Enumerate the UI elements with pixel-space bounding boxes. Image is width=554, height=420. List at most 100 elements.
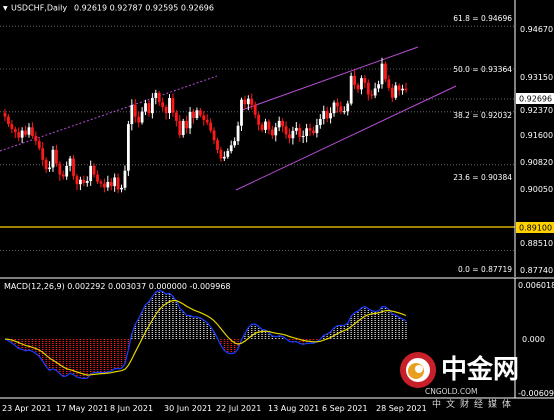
candle-body bbox=[404, 88, 408, 91]
date-tick: 30 Jun 2021 bbox=[164, 404, 212, 413]
candle-body bbox=[246, 98, 250, 105]
candle-body bbox=[137, 116, 141, 123]
price-tick: 0.92370 bbox=[520, 106, 553, 115]
candle-body bbox=[257, 114, 261, 125]
candle-body bbox=[130, 105, 134, 125]
candle-body bbox=[109, 181, 113, 187]
fib-label: 61.8 = 0.94696 bbox=[453, 14, 512, 23]
price-tick: 0.88510 bbox=[520, 239, 553, 248]
candle-body bbox=[305, 128, 309, 136]
candle-body bbox=[342, 111, 346, 113]
mt4-chart-window: 0.94670 0.93150 0.92370 0.91600 0.90820 … bbox=[0, 0, 554, 416]
candle-body bbox=[291, 130, 295, 139]
candle-body bbox=[198, 110, 202, 116]
candle-body bbox=[106, 181, 110, 188]
price-tick: 0.87740 bbox=[520, 266, 553, 275]
candle-body bbox=[58, 163, 62, 175]
candle-body bbox=[102, 183, 106, 188]
price-tick: 0.90820 bbox=[520, 158, 553, 167]
candle-body bbox=[264, 121, 267, 130]
date-tick: 28 Sep 2021 bbox=[376, 404, 427, 413]
price-tick: 0.94670 bbox=[520, 25, 553, 34]
candle-body bbox=[17, 132, 21, 138]
candle-body bbox=[123, 170, 127, 188]
candle-body bbox=[243, 99, 247, 105]
date-tick: 22 Jul 2021 bbox=[216, 404, 261, 413]
fib-label: 38.2 = 0.92032 bbox=[453, 111, 512, 120]
cngold-logo-icon bbox=[400, 352, 436, 388]
candle-body bbox=[270, 129, 274, 136]
candle-body bbox=[339, 106, 343, 112]
candle-body bbox=[284, 126, 288, 135]
candle-body bbox=[373, 88, 377, 96]
candle-body bbox=[150, 98, 154, 114]
candle-body bbox=[288, 134, 291, 139]
candle-body bbox=[144, 103, 147, 112]
candle-body bbox=[82, 179, 86, 183]
candle-body bbox=[380, 63, 384, 85]
price-tick: 0.90050 bbox=[520, 185, 553, 194]
candle-body bbox=[116, 177, 120, 190]
candle-body bbox=[384, 63, 387, 80]
candle-body bbox=[181, 120, 185, 136]
candle-body bbox=[157, 92, 161, 103]
candle-body bbox=[253, 104, 257, 115]
current-price-label: 0.92696 bbox=[519, 95, 552, 104]
candle-body bbox=[34, 135, 38, 142]
date-tick: 13 Aug 2021 bbox=[268, 404, 319, 413]
candle-body bbox=[44, 159, 48, 170]
candle-body bbox=[205, 119, 209, 123]
candle-body bbox=[185, 120, 189, 129]
symbol-dropdown-icon[interactable]: ▼ bbox=[3, 5, 8, 12]
date-tick: 23 Apr 2021 bbox=[2, 404, 51, 413]
candle-body bbox=[356, 84, 360, 90]
candle-body bbox=[322, 110, 326, 119]
candle-body bbox=[325, 110, 329, 119]
candle-body bbox=[171, 98, 175, 113]
candle-body bbox=[51, 149, 55, 168]
chart-background bbox=[0, 0, 554, 416]
candle-body bbox=[366, 82, 370, 95]
candle-body bbox=[126, 124, 130, 171]
candle-body bbox=[349, 75, 353, 104]
candle-body bbox=[336, 102, 339, 107]
candle-body bbox=[27, 127, 31, 135]
candle-body bbox=[233, 141, 237, 146]
candle-body bbox=[13, 128, 17, 133]
candle-body bbox=[55, 149, 58, 164]
candle-body bbox=[294, 127, 298, 131]
candle-body bbox=[3, 112, 7, 117]
candle-body bbox=[120, 187, 123, 190]
candle-body bbox=[147, 103, 151, 114]
date-tick: 6 Sep 2021 bbox=[322, 404, 368, 413]
fib-label: 50.0 = 0.93364 bbox=[453, 65, 512, 74]
candle-body bbox=[260, 124, 264, 130]
candle-body bbox=[318, 118, 322, 126]
candle-body bbox=[65, 165, 69, 177]
candle-body bbox=[99, 181, 103, 184]
candle-body bbox=[113, 177, 117, 187]
chart-header: ▼ USDCHF,Daily 0.92619 0.92787 0.92595 0… bbox=[3, 4, 214, 13]
candle-body bbox=[92, 165, 96, 175]
watermark-logo-text: 中金网 bbox=[441, 354, 519, 385]
candle-body bbox=[154, 92, 158, 99]
candle-body bbox=[72, 158, 75, 177]
candle-body bbox=[209, 122, 213, 131]
candle-body bbox=[274, 127, 278, 136]
candle-body bbox=[37, 141, 41, 149]
candle-body bbox=[79, 179, 82, 185]
candle-body bbox=[281, 120, 285, 127]
candle-body bbox=[41, 148, 45, 160]
candle-body bbox=[140, 111, 144, 123]
date-tick: 17 May 2021 bbox=[56, 404, 108, 413]
fib-label: 23.6 = 0.90384 bbox=[453, 173, 512, 182]
price-tick: 0.91600 bbox=[520, 131, 553, 140]
candle-body bbox=[85, 180, 89, 183]
candle-body bbox=[397, 85, 401, 91]
candle-body bbox=[68, 158, 72, 166]
candle-body bbox=[222, 156, 226, 159]
candle-body bbox=[315, 125, 319, 134]
candle-body bbox=[363, 78, 367, 83]
candle-body bbox=[329, 113, 332, 119]
candle-body bbox=[387, 79, 391, 88]
